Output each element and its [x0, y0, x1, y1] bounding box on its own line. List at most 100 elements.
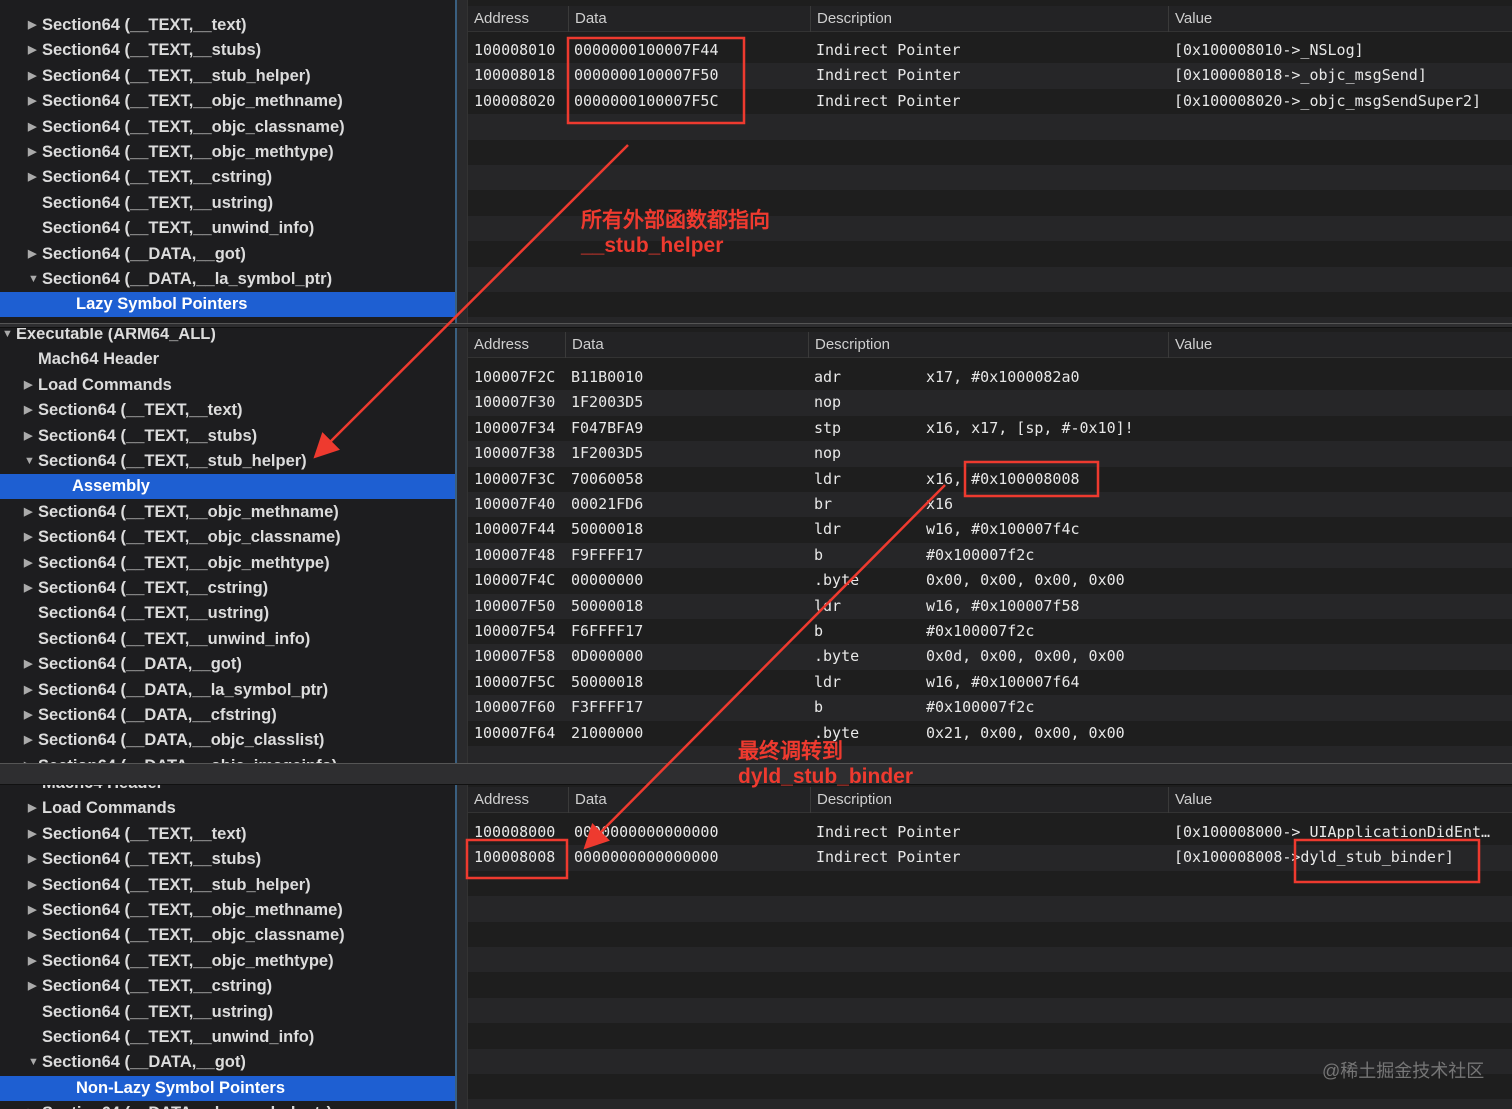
disclosure-right-icon[interactable]: ▶ [28, 796, 36, 821]
tree-item[interactable]: Mach64 Header [0, 785, 455, 796]
tree-item[interactable]: ▼ Section64 (__DATA,__got) [0, 1050, 455, 1075]
table-row[interactable]: 100007F64 21000000 .byte 0x21, 0x00, 0x00, … [468, 721, 1512, 746]
tree-item[interactable]: ▶ Section64 (__TEXT,__objc_methname) [0, 500, 455, 525]
table-row[interactable]: 100008018 0000000100007F50 Indirect Pointe… [468, 63, 1512, 89]
tree-item[interactable]: ▶ Section64 (__TEXT,__objc_methname) [0, 89, 455, 114]
column-header-description[interactable]: Description [808, 332, 890, 358]
tree-item[interactable]: ▶ Section64 (__TEXT,__text) [0, 13, 455, 38]
disclosure-right-icon[interactable]: ▶ [28, 165, 36, 190]
table-row[interactable]: 100007F60 F3FFFF17 b #0x100007f2c [468, 695, 1512, 721]
tree-item[interactable]: Section64 (__TEXT,__unwind_info) [0, 216, 455, 241]
tree-item[interactable]: Lazy Symbol Pointers [0, 292, 455, 318]
tree-item[interactable]: Non-Lazy Symbol Pointers [0, 1075, 455, 1101]
tree-item[interactable]: ▶ Section64 (__TEXT,__objc_methname) [0, 898, 455, 923]
table-row[interactable]: 100007F38 1F2003D5 nop [468, 441, 1512, 467]
tree-item[interactable]: ▶ Section64 (__TEXT,__objc_classname) [0, 115, 455, 140]
column-header-data[interactable]: Data [568, 6, 607, 32]
tree-item[interactable]: ▶ Section64 (__TEXT,__objc_methtype) [0, 551, 455, 576]
tree-item[interactable]: ▶ Section64 (__TEXT,__cstring) [0, 974, 455, 999]
disclosure-down-icon[interactable]: ▼ [2, 328, 13, 347]
column-header-address[interactable]: Address [468, 787, 529, 813]
tree-item[interactable]: Section64 (__TEXT,__unwind_info) [0, 1025, 455, 1050]
column-header-value[interactable]: Value [1168, 332, 1212, 358]
disclosure-right-icon[interactable]: ▶ [24, 398, 32, 423]
table-row[interactable]: 100007F30 1F2003D5 nop [468, 390, 1512, 416]
tree-item[interactable]: ▶ Section64 (__TEXT,__stub_helper) [0, 873, 455, 898]
tree-item[interactable]: Section64 (__TEXT,__ustring) [0, 191, 455, 216]
disclosure-right-icon[interactable]: ▶ [24, 728, 32, 753]
tree-item[interactable]: ▶ Section64 (__TEXT,__text) [0, 398, 455, 423]
disclosure-right-icon[interactable]: ▶ [28, 140, 36, 165]
table-row[interactable]: 100008010 0000000100007F44 Indirect Pointe… [468, 38, 1512, 63]
tree-item[interactable]: ▶ Section64 (__TEXT,__cstring) [0, 576, 455, 601]
tree-item[interactable]: ▶ Section64 (__TEXT,__stub_helper) [0, 64, 455, 89]
tree-item[interactable]: Assembly [0, 474, 455, 500]
tree-item[interactable]: ▶ Section64 (__TEXT,__stubs) [0, 424, 455, 449]
tree-item[interactable]: ▶ Section64 (__DATA,__objc_classlist) [0, 728, 455, 753]
tree-item[interactable]: Section64 (__TEXT,__ustring) [0, 601, 455, 626]
table-row[interactable]: 100007F5C 50000018 ldr w16, #0x100007f64 [468, 670, 1512, 695]
tree-item[interactable]: ▶ Section64 (__TEXT,__objc_methtype) [0, 140, 455, 165]
column-header-description[interactable]: Description [810, 6, 892, 32]
tree-item[interactable]: ▼ Section64 (__DATA,__la_symbol_ptr) [0, 267, 455, 292]
column-header-address[interactable]: Address [468, 6, 529, 32]
disclosure-right-icon[interactable]: ▶ [24, 424, 32, 449]
tree-item[interactable]: ▶ Section64 (__TEXT,__stubs) [0, 38, 455, 63]
disclosure-right-icon[interactable]: ▶ [28, 898, 36, 923]
disclosure-right-icon[interactable]: ▶ [24, 652, 32, 677]
tree-item[interactable]: Section64 (__TEXT,__ustring) [0, 1000, 455, 1025]
table-row[interactable]: 100007F54 F6FFFF17 b #0x100007f2c [468, 619, 1512, 644]
disclosure-right-icon[interactable]: ▶ [28, 13, 36, 38]
column-header-value[interactable]: Value [1168, 6, 1212, 32]
tree-item[interactable]: ▶ Load Commands [0, 373, 455, 398]
table-row[interactable]: 100007F2C B11B0010 adr x17, #0x1000082a0 [468, 365, 1512, 390]
tree-item[interactable]: ▼ Section64 (__TEXT,__stub_helper) [0, 449, 455, 474]
disclosure-right-icon[interactable]: ▶ [28, 38, 36, 63]
disclosure-down-icon[interactable]: ▼ [24, 449, 35, 474]
tree-item[interactable]: ▶ Section64 (__TEXT,__stubs) [0, 847, 455, 872]
table-row[interactable]: 100007F40 00021FD6 br x16 [468, 492, 1512, 518]
disclosure-right-icon[interactable]: ▶ [24, 525, 32, 550]
column-header-address[interactable]: Address [468, 332, 529, 358]
disclosure-right-icon[interactable]: ▶ [28, 64, 36, 89]
table-row[interactable]: 100007F3C 70060058 ldr x16, #0x100008008 [468, 467, 1512, 492]
tree-item[interactable]: ▶ Section64 (__DATA,__la_symbol_ptr) [0, 1101, 455, 1109]
tree-item[interactable]: ▶ Section64 (__DATA,__cfstring) [0, 703, 455, 728]
disclosure-right-icon[interactable]: ▶ [28, 923, 36, 948]
tree-item[interactable]: Section64 (__TEXT,__unwind_info) [0, 627, 455, 652]
splitter[interactable] [455, 328, 468, 764]
table-row[interactable]: 100008000 0000000000000000 Indirect Pointe… [468, 820, 1512, 845]
table-row[interactable]: 100007F58 0D000000 .byte 0x0d, 0x00, 0x00, … [468, 644, 1512, 670]
disclosure-right-icon[interactable]: ▶ [24, 703, 32, 728]
disclosure-right-icon[interactable]: ▶ [28, 242, 36, 267]
tree-item[interactable]: ▶ Section64 (__DATA,__got) [0, 242, 455, 267]
table-row[interactable]: 100007F44 50000018 ldr w16, #0x100007f4c [468, 517, 1512, 542]
column-header-description[interactable]: Description [810, 787, 892, 813]
tree-item[interactable]: ▶ Section64 (__TEXT,__objc_classname) [0, 525, 455, 550]
splitter[interactable] [455, 785, 468, 1109]
table-row[interactable]: 100007F48 F9FFFF17 b #0x100007f2c [468, 542, 1512, 569]
table-row[interactable]: 100008020 0000000100007F5C Indirect Pointe… [468, 89, 1512, 114]
disclosure-right-icon[interactable]: ▶ [28, 822, 36, 847]
tree-item[interactable]: Mach64 Header [0, 347, 455, 372]
tree-item[interactable]: ▶ Section64 (__TEXT,__text) [0, 822, 455, 847]
tree-item[interactable]: ▶ Section64 (__DATA,__got) [0, 652, 455, 677]
tree-item[interactable]: ▶ Section64 (__DATA,__la_symbol_ptr) [0, 678, 455, 703]
disclosure-right-icon[interactable]: ▶ [24, 576, 32, 601]
tree-item[interactable]: ▶ Load Commands [0, 796, 455, 821]
disclosure-right-icon[interactable]: ▶ [28, 89, 36, 114]
table-row[interactable]: 100007F34 F047BFA9 stp x16, x17, [sp, #-0x1… [468, 416, 1512, 441]
disclosure-right-icon[interactable]: ▶ [28, 949, 36, 974]
column-header-data[interactable]: Data [565, 332, 604, 358]
disclosure-right-icon[interactable]: ▶ [28, 873, 36, 898]
disclosure-right-icon[interactable]: ▶ [24, 678, 32, 703]
tree-item[interactable]: ▼ Executable (ARM64_ALL) [0, 328, 455, 347]
splitter[interactable] [455, 0, 468, 326]
disclosure-right-icon[interactable]: ▶ [28, 847, 36, 872]
disclosure-down-icon[interactable]: ▼ [28, 1050, 39, 1075]
table-row[interactable]: 100008008 0000000000000000 Indirect Pointe… [468, 845, 1512, 871]
tree-item[interactable]: ▶ Section64 (__TEXT,__objc_methtype) [0, 949, 455, 974]
tree-item[interactable]: ▶ Section64 (__TEXT,__objc_classname) [0, 923, 455, 948]
column-header-value[interactable]: Value [1168, 787, 1212, 813]
tree-item[interactable]: ▶ Section64 (__TEXT,__cstring) [0, 165, 455, 190]
